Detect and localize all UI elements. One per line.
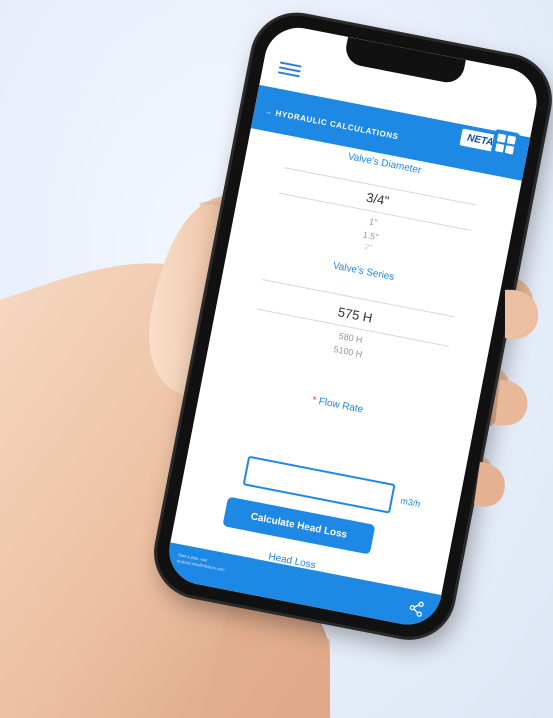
flow-rate-label: * Flow Rate [201,373,474,436]
phone-notch [343,36,466,86]
flow-rate-text: Flow Rate [317,396,365,416]
calculator-icon[interactable] [490,128,521,160]
flow-rate-unit: m3/h [399,495,422,510]
footer-text: Start a plan, visit projects.netafimtort… [176,552,226,573]
header-title[interactable]: → HYDRAULIC CALCULATIONS [264,106,400,141]
share-icon[interactable] [407,599,426,618]
hamburger-menu-icon[interactable] [277,58,303,78]
required-mark: * [311,394,318,407]
